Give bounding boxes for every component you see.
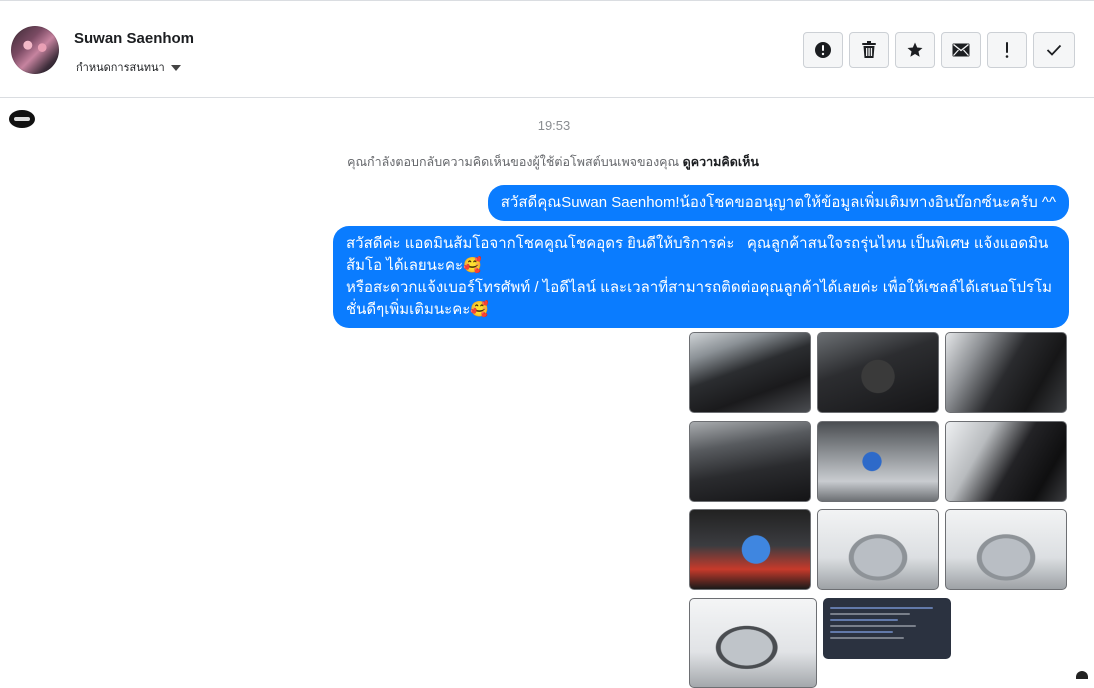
- delete-button[interactable]: [849, 32, 889, 68]
- photo-rear-seats[interactable]: [945, 421, 1067, 502]
- photo-engine[interactable]: [817, 421, 939, 502]
- star-button[interactable]: [895, 32, 935, 68]
- reply-context: คุณกำลังตอบกลับความคิดเห็นของผู้ใช้ต่อโพ…: [0, 152, 1094, 172]
- document-lines: [830, 603, 944, 643]
- conversation-settings[interactable]: กำหนดการสนทนา: [76, 58, 181, 76]
- conversation-header: Suwan Saenhom กำหนดการสนทนา: [0, 1, 1094, 98]
- photo-document-screenshot[interactable]: [823, 598, 951, 659]
- message-bubble[interactable]: สวัสดีคุณSuwan Saenhom!น้องโชคขออนุญาตให…: [487, 185, 1069, 221]
- message-bubble[interactable]: สวัสดีค่ะ แอดมินส้มโอจากโชคคูณโชคอุดร ยิ…: [333, 226, 1069, 328]
- alert-circle-icon: [815, 42, 831, 58]
- photo-interior-3[interactable]: [945, 332, 1067, 413]
- conversation-settings-label: กำหนดการสนทนา: [76, 62, 165, 74]
- scroll-indicator[interactable]: [1076, 671, 1088, 679]
- trash-icon: [862, 41, 876, 58]
- mark-unread-button[interactable]: [941, 32, 981, 68]
- photo-interior-1[interactable]: [689, 332, 811, 413]
- star-icon: [907, 42, 923, 57]
- photo-truck-rear[interactable]: [689, 598, 817, 688]
- message-timestamp: 19:53: [537, 118, 571, 133]
- follow-up-button[interactable]: [987, 32, 1027, 68]
- exclamation-icon: [1005, 42, 1009, 58]
- photo-dashboard[interactable]: [689, 421, 811, 502]
- reply-context-text: คุณกำลังตอบกลับความคิดเห็นของผู้ใช้ต่อโพ…: [347, 155, 680, 169]
- contact-name[interactable]: Suwan Saenhom: [74, 30, 194, 47]
- view-comment-link[interactable]: ดูความคิดเห็น: [683, 155, 759, 169]
- photo-interior-2[interactable]: [817, 332, 939, 413]
- check-icon: [1046, 44, 1062, 56]
- mark-spam-button[interactable]: [803, 32, 843, 68]
- photo-truck-front-1[interactable]: [817, 509, 939, 590]
- envelope-icon: [952, 43, 970, 57]
- avatar[interactable]: [11, 26, 59, 74]
- mark-done-button[interactable]: [1033, 32, 1075, 68]
- action-toolbar: [803, 32, 1075, 68]
- photo-battery[interactable]: [689, 509, 811, 590]
- photo-truck-front-2[interactable]: [945, 509, 1067, 590]
- caret-down-icon: [170, 64, 181, 71]
